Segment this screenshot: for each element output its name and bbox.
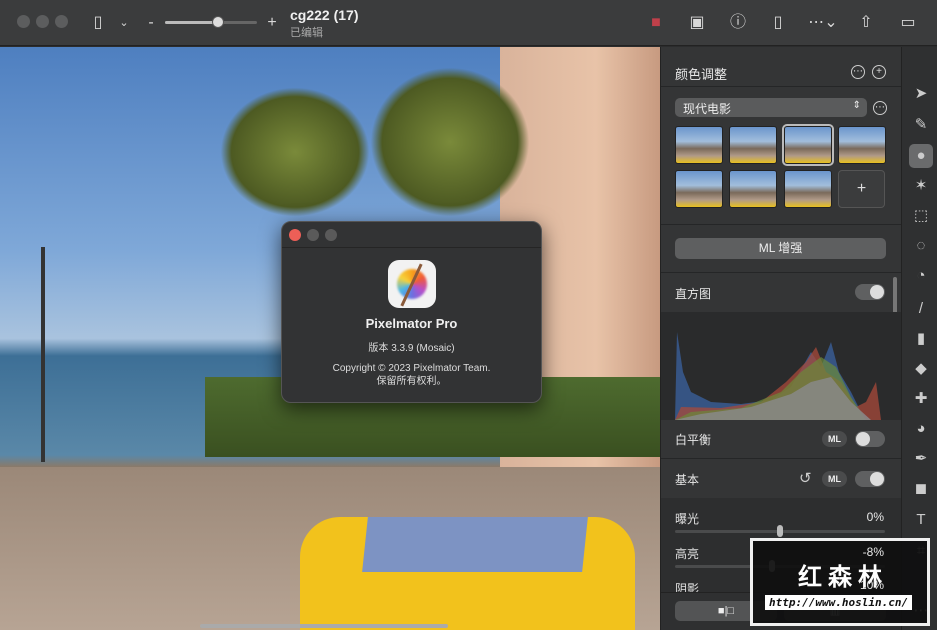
arrow-tool-icon[interactable]: ➤ <box>909 82 933 106</box>
document-status: 已编辑 <box>290 27 323 39</box>
minimize-button <box>307 229 319 241</box>
photo-palm <box>220 87 370 217</box>
white-balance-toggle[interactable] <box>855 431 885 447</box>
selection-tool-icon[interactable]: ⬚ <box>909 204 933 228</box>
photo-tablecloth <box>362 517 588 572</box>
inspector-toggle-icon[interactable]: ▭ <box>897 12 919 34</box>
info-icon[interactable]: ⓘ <box>727 12 749 34</box>
close-button[interactable] <box>289 229 301 241</box>
copyright: Copyright © 2023 Pixelmator Team. <box>332 363 491 374</box>
more-icon[interactable]: ⋯⌄ <box>808 12 838 34</box>
preset-thumbnail[interactable] <box>675 170 723 208</box>
preset-options-icon[interactable]: ⋯ <box>873 101 887 115</box>
histogram-toggle[interactable] <box>855 284 885 300</box>
shape-tool-icon[interactable]: ◼ <box>909 477 933 501</box>
app-version: 版本 3.3.9 (Mosaic) <box>368 343 455 354</box>
reset-icon[interactable]: ↺ <box>799 469 812 487</box>
share-icon[interactable]: ⇧ <box>855 12 877 34</box>
panel-title: 颜色调整 <box>675 67 728 82</box>
preset-thumbnail[interactable] <box>729 126 777 164</box>
retouch-tool-icon[interactable]: ✚ <box>909 387 933 411</box>
basic-ml-button[interactable]: ML <box>822 471 847 487</box>
preset-select[interactable]: 现代电影 ⇕ <box>675 98 867 117</box>
color-swap-icon[interactable]: ■ <box>645 12 667 34</box>
basic-label: 基本 <box>675 473 700 487</box>
histogram <box>661 312 901 420</box>
brush-tool-icon[interactable]: / <box>909 297 933 321</box>
white-balance-ml-button[interactable]: ML <box>822 431 847 447</box>
rotate-icon[interactable]: ▯ <box>767 12 789 34</box>
color-adjust-tool-icon[interactable]: ● <box>909 144 933 168</box>
histogram-label: 直方图 <box>675 287 712 301</box>
chevron-down-icon[interactable]: ⌄ <box>113 12 135 34</box>
exposure-value: 0% <box>866 510 884 524</box>
basic-toggle[interactable] <box>855 471 885 487</box>
pen-tool-icon[interactable]: ✒ <box>909 447 933 471</box>
zoom-window-button[interactable] <box>55 15 68 28</box>
horizontal-scrollbar[interactable] <box>200 624 448 628</box>
zoom-out-button[interactable]: - <box>140 12 162 34</box>
add-adjustment-icon[interactable]: + <box>872 65 886 79</box>
preset-thumbnail[interactable] <box>675 126 723 164</box>
preset-thumbnail-selected[interactable] <box>782 124 834 166</box>
photo-lamppost <box>41 247 45 462</box>
white-balance-label: 白平衡 <box>675 433 712 447</box>
toolbar: ▯ ⌄ - + cg222 (17) 已编辑 ■ ▣ ⓘ ▯ ⋯⌄ ⇧ ▭ <box>0 0 937 46</box>
eraser-tool-icon[interactable]: ◆ <box>909 357 933 381</box>
app-icon <box>387 260 436 308</box>
preset-value: 现代电影 <box>683 102 732 116</box>
highlights-value: -8% <box>862 545 884 559</box>
preset-thumbnail[interactable] <box>838 126 886 164</box>
zoom-in-button[interactable]: + <box>261 12 283 34</box>
zoom-slider[interactable] <box>165 16 257 28</box>
rights: 保留所有权利。 <box>376 376 447 387</box>
photo-palm <box>370 67 530 217</box>
portrait-icon[interactable]: ▣ <box>686 12 708 34</box>
shadows-value: 10% <box>859 578 884 592</box>
highlights-label: 高亮 <box>675 547 700 561</box>
document-title: cg222 (17) <box>290 7 359 23</box>
effects-tool-icon[interactable]: ✶ <box>909 174 933 198</box>
lasso-tool-icon[interactable]: ◌ <box>909 234 933 258</box>
app-name: Pixelmator Pro <box>365 316 458 331</box>
updown-chevron-icon: ⇕ <box>852 100 861 111</box>
text-tool-icon[interactable]: T <box>909 508 933 532</box>
zoom-button <box>325 229 337 241</box>
exposure-slider[interactable] <box>675 525 885 537</box>
close-button[interactable] <box>17 15 30 28</box>
clone-tool-icon[interactable]: ◕ <box>909 417 933 441</box>
minimize-button[interactable] <box>36 15 49 28</box>
add-preset-button[interactable]: + <box>838 170 885 208</box>
sidebar-toggle-icon[interactable]: ▯ <box>87 12 109 34</box>
style-tool-icon[interactable]: ✎ <box>909 113 933 137</box>
fill-tool-icon[interactable]: ▮ <box>909 327 933 351</box>
preset-thumbnail[interactable] <box>784 170 832 208</box>
ml-enhance-button[interactable]: ML 增强 <box>675 238 886 259</box>
quick-select-icon[interactable]: ◔ <box>909 264 933 288</box>
about-dialog: Pixelmator Pro 版本 3.3.9 (Mosaic) Copyrig… <box>281 221 542 403</box>
more-options-icon[interactable]: ⋯ <box>851 65 865 79</box>
exposure-label: 曝光 <box>675 512 700 526</box>
watermark-url: http://www.hoslin.cn/ <box>765 595 913 610</box>
preset-thumbnail[interactable] <box>729 170 777 208</box>
